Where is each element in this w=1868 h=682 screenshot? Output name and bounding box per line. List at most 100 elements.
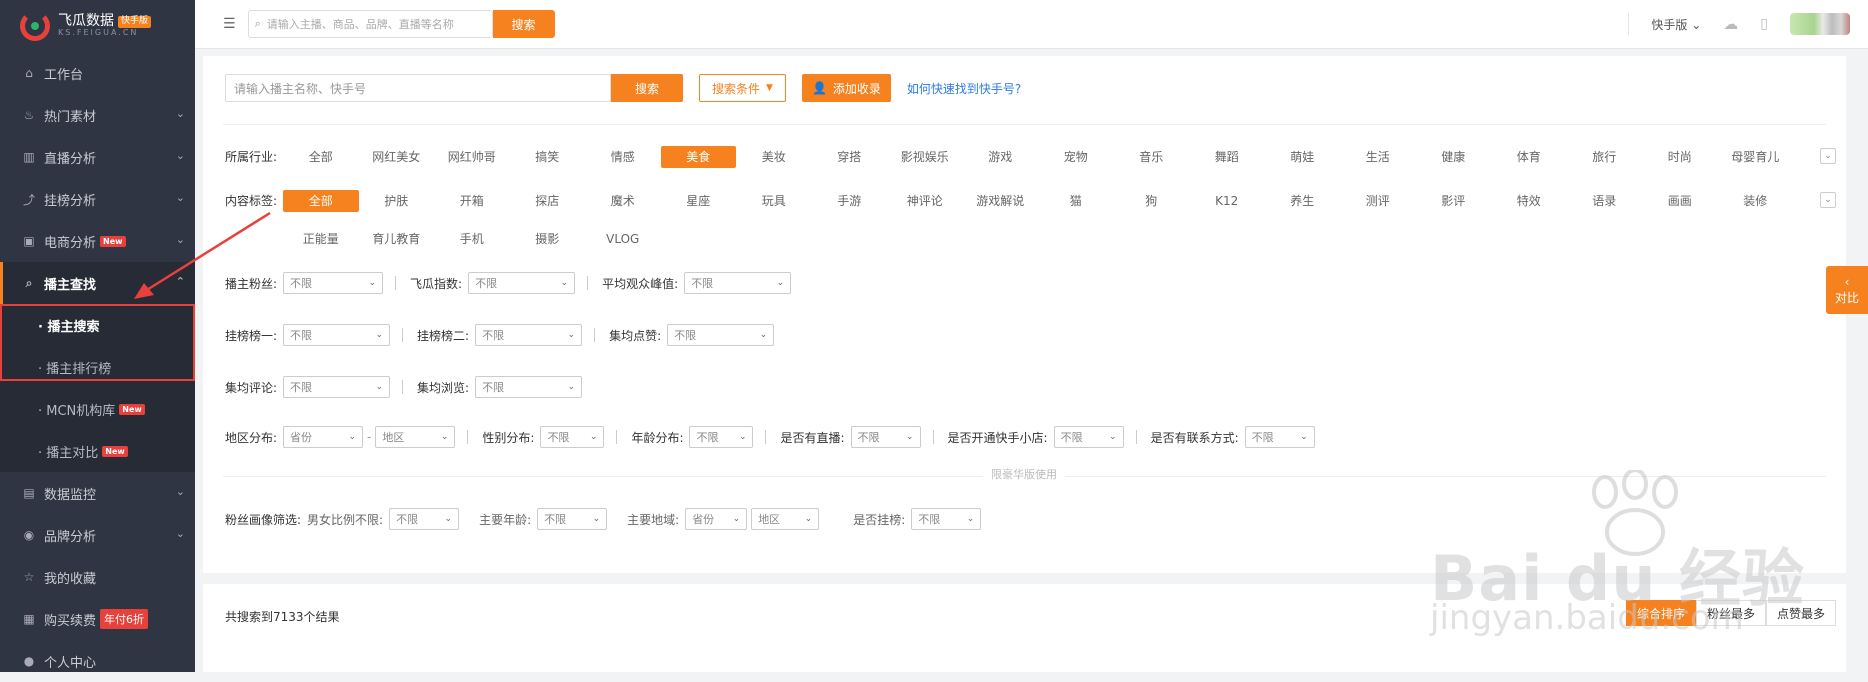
content-tag[interactable]: 影评 [1416, 190, 1492, 212]
sidebar-item[interactable]: ⌂ 工作台 [0, 52, 195, 94]
industry-tag[interactable]: 网红美女 [359, 146, 435, 168]
hang-select[interactable]: 不限 ⌄ [911, 508, 982, 530]
likes-select[interactable]: 不限 ⌄ [667, 324, 775, 346]
industry-tag[interactable]: 网红帅哥 [434, 146, 510, 168]
content-tag[interactable]: 手机 [434, 228, 510, 250]
add-collection-button[interactable]: 👤 添加收录 [801, 74, 891, 102]
content-tag[interactable]: 星座 [661, 190, 737, 212]
content-tag[interactable]: 装修 [1718, 190, 1794, 212]
sort-button[interactable]: 综合排序 [1625, 600, 1696, 626]
industry-tag[interactable]: 健康 [1416, 146, 1492, 168]
content-tag[interactable]: 狗 [1114, 190, 1190, 212]
content-tag[interactable]: 育儿教育 [359, 228, 435, 250]
content-tag[interactable]: 语录 [1567, 190, 1643, 212]
views-select[interactable]: 不限 ⌄ [475, 376, 583, 398]
fans-select[interactable]: 不限 ⌄ [283, 272, 384, 294]
content-tag[interactable]: 画画 [1642, 190, 1718, 212]
comments-select[interactable]: 不限 ⌄ [283, 376, 391, 398]
industry-tag[interactable]: 影视娱乐 [887, 146, 963, 168]
content-tag[interactable]: 全部 [283, 190, 359, 212]
sort-button[interactable]: 点赞最多 [1765, 600, 1836, 626]
rank1-select[interactable]: 不限 ⌄ [283, 324, 391, 346]
sidebar-item[interactable]: ⌕ 播主查找 ⌃ [0, 262, 195, 304]
province-select[interactable]: 省份 ⌄ [283, 426, 364, 448]
sidebar-item[interactable]: ♨ 热门素材 ⌄ [0, 94, 195, 136]
index-select[interactable]: 不限 ⌄ [468, 272, 576, 294]
age-select[interactable]: 不限 ⌄ [689, 426, 754, 448]
cloud-icon[interactable]: ☁ [1723, 15, 1738, 33]
content-tag[interactable]: 猫 [1038, 190, 1114, 212]
sidebar-subitem[interactable]: · MCN机构库 New [0, 388, 195, 430]
gender-select[interactable]: 不限 ⌄ [540, 426, 605, 448]
contact-select[interactable]: 不限 ⌄ [1244, 426, 1315, 448]
shop-select[interactable]: 不限 ⌄ [1053, 426, 1124, 448]
industry-tag[interactable]: 搞笑 [510, 146, 586, 168]
content-tag[interactable]: K12 [1189, 190, 1265, 212]
industry-tag[interactable]: 美妆 [736, 146, 812, 168]
sidebar-item[interactable]: ▦ 购买续费 年付6折 [0, 598, 195, 640]
peak-select[interactable]: 不限 ⌄ [684, 272, 792, 294]
industry-tag[interactable]: 情感 [585, 146, 661, 168]
content-tag[interactable]: 开箱 [434, 190, 510, 212]
help-link[interactable]: 如何快速找到快手号? [907, 80, 1021, 97]
industry-tag[interactable]: 音乐 [1114, 146, 1190, 168]
content-tag[interactable]: 测评 [1340, 190, 1416, 212]
industry-tag[interactable]: 宠物 [1038, 146, 1114, 168]
rank2-select[interactable]: 不限 ⌄ [475, 324, 583, 346]
sidebar-item[interactable]: ◉ 品牌分析 ⌄ [0, 514, 195, 556]
top-search-button[interactable]: 搜索 [492, 10, 555, 38]
content-tag[interactable]: 摄影 [510, 228, 586, 250]
avatar[interactable] [1790, 13, 1850, 35]
industry-tag[interactable]: 生活 [1340, 146, 1416, 168]
industry-tag[interactable]: 美食 [660, 146, 736, 168]
chevron-down-icon: ⌄ [348, 432, 357, 442]
industry-tag[interactable]: 时尚 [1642, 146, 1718, 168]
top-search-input[interactable]: ⌕ 请输入主播、商品、品牌、直播等名称 [247, 10, 493, 38]
sidebar-item[interactable]: ☆ 我的收藏 [0, 556, 195, 598]
content-tag[interactable]: 玩具 [736, 190, 812, 212]
content-tags-expand-icon[interactable]: ⌄ [1820, 192, 1836, 208]
logo[interactable]: 飞瓜数据 快手版 KS.FEIGUA.CN [0, 0, 195, 52]
content-tag[interactable]: VLOG [585, 228, 661, 250]
sidebar-item[interactable]: ▤ 数据监控 ⌄ [0, 472, 195, 514]
industry-tag[interactable]: 全部 [283, 146, 359, 168]
sidebar-subitem[interactable]: · 播主对比 New [0, 430, 195, 472]
industry-tag[interactable]: 体育 [1491, 146, 1567, 168]
industry-tag[interactable]: 舞蹈 [1189, 146, 1265, 168]
industry-tag[interactable]: 穿搭 [812, 146, 888, 168]
content-tag[interactable]: 养生 [1265, 190, 1341, 212]
content-tag[interactable]: 神评论 [887, 190, 963, 212]
content-tag[interactable]: 手游 [812, 190, 888, 212]
fan-city-select[interactable]: 地区 ⌄ [751, 508, 820, 530]
content-tag[interactable]: 魔术 [585, 190, 661, 212]
content-tag[interactable]: 游戏解说 [963, 190, 1039, 212]
sidebar-item[interactable]: ● 个人中心 [0, 640, 195, 682]
sort-button[interactable]: 粉丝最多 [1695, 600, 1766, 626]
content-tag[interactable]: 正能量 [283, 228, 359, 250]
fan-gender-select[interactable]: 不限 ⌄ [389, 508, 460, 530]
sidebar-item[interactable]: ▥ 直播分析 ⌄ [0, 136, 195, 178]
sidebar-subitem[interactable]: · 播主排行榜 [0, 346, 195, 388]
industry-tag[interactable]: 旅行 [1567, 146, 1643, 168]
industry-tag[interactable]: 母婴育儿 [1718, 146, 1794, 168]
version-select[interactable]: 快手版 ⌄ [1651, 16, 1701, 33]
search-button[interactable]: 搜索 [611, 74, 683, 102]
content-tag[interactable]: 探店 [510, 190, 586, 212]
mobile-icon[interactable]: ▯ [1760, 16, 1768, 32]
sidebar-item[interactable]: ⤴ 挂榜分析 ⌄ [0, 178, 195, 220]
industry-expand-icon[interactable]: ⌄ [1820, 148, 1836, 164]
content-tag[interactable]: 特效 [1491, 190, 1567, 212]
industry-tag[interactable]: 萌娃 [1265, 146, 1341, 168]
streamer-search-input[interactable]: 请输入播主名称、快手号 [225, 74, 611, 102]
live-select[interactable]: 不限 ⌄ [850, 426, 921, 448]
city-select[interactable]: 地区 ⌄ [375, 426, 456, 448]
sidebar-subitem[interactable]: · 播主搜索 [0, 304, 195, 346]
search-condition-button[interactable]: 搜索条件 ▼ [699, 74, 786, 102]
compare-tab[interactable]: ‹ 对比 [1826, 266, 1868, 314]
content-tag[interactable]: 护肤 [359, 190, 435, 212]
fan-province-select[interactable]: 省份 ⌄ [685, 508, 748, 530]
industry-tag[interactable]: 游戏 [963, 146, 1039, 168]
sidebar-item[interactable]: ▣ 电商分析 New ⌄ [0, 220, 195, 262]
fan-age-select[interactable]: 不限 ⌄ [537, 508, 608, 530]
menu-collapse-icon[interactable]: ☰ [223, 16, 236, 32]
